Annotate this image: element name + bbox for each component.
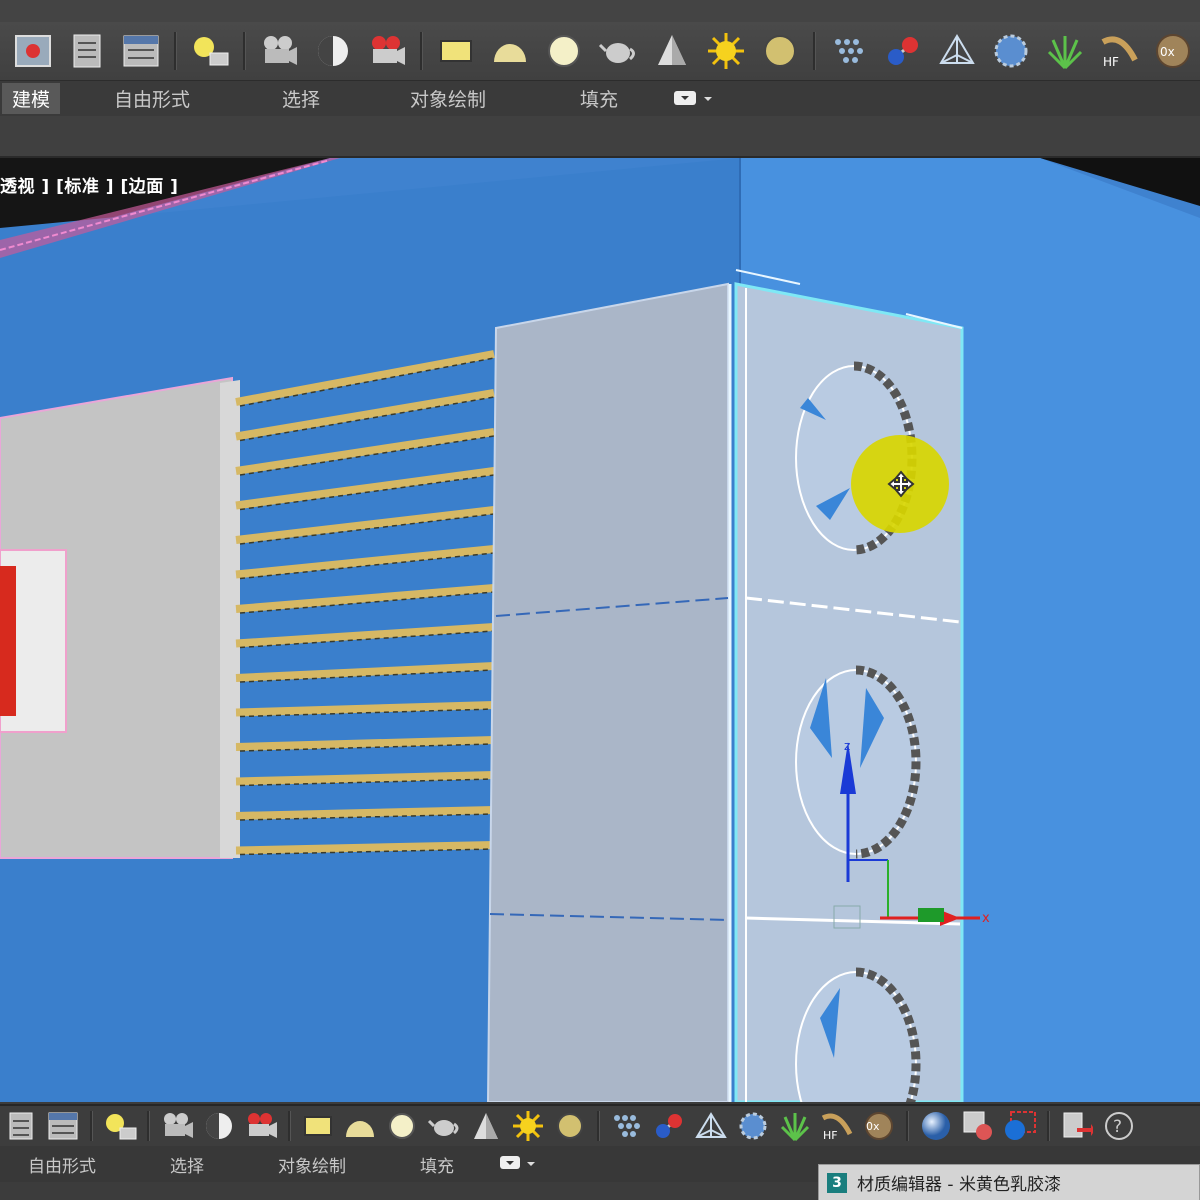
tab-populate[interactable]: 填充 xyxy=(420,1152,454,1177)
teapot-icon[interactable] xyxy=(427,1109,461,1143)
tab-object-paint[interactable]: 对象绘制 xyxy=(410,85,486,112)
tab-populate[interactable]: 填充 xyxy=(580,85,618,112)
title-strip xyxy=(0,0,1200,22)
toolbar-separator xyxy=(597,1111,600,1141)
help-icon[interactable]: ? xyxy=(1102,1109,1136,1143)
hf-label: HF xyxy=(1103,55,1119,69)
light-icon[interactable] xyxy=(103,1109,137,1143)
hemisphere-icon[interactable] xyxy=(488,29,532,73)
app-badge-icon: 3 xyxy=(827,1172,847,1193)
toolbar-separator xyxy=(243,32,246,70)
render-frame-icon[interactable] xyxy=(11,29,55,73)
grid-dots-icon[interactable] xyxy=(827,29,871,73)
scene-explorer-icon[interactable] xyxy=(65,29,109,73)
scene-explorer-icon[interactable] xyxy=(4,1109,38,1143)
gear-flower-icon[interactable] xyxy=(736,1109,770,1143)
disc-inset-middle[interactable] xyxy=(795,665,921,859)
ribbon-tab-bar: 建模 自由形式 选择 对象绘制 填充 xyxy=(0,80,1200,116)
ribbon-options-dropdown[interactable] xyxy=(674,89,714,113)
pyramid-icon[interactable] xyxy=(694,1109,728,1143)
grid-dots-icon[interactable] xyxy=(610,1109,644,1143)
toolbar-separator xyxy=(906,1111,909,1141)
molecule-icon[interactable] xyxy=(881,29,925,73)
sun-icon[interactable] xyxy=(704,29,748,73)
geosphere-icon[interactable] xyxy=(553,1109,587,1143)
omni-light-icon[interactable] xyxy=(311,29,355,73)
sun-icon[interactable] xyxy=(511,1109,545,1143)
grass-icon[interactable] xyxy=(778,1109,812,1143)
camera-icon[interactable] xyxy=(257,29,301,73)
molecule-icon[interactable] xyxy=(652,1109,686,1143)
hair-icon[interactable]: HF xyxy=(1097,29,1141,73)
toolbar-separator xyxy=(1047,1111,1050,1141)
toolbar-separator xyxy=(813,32,816,70)
camera-icon[interactable] xyxy=(160,1109,194,1143)
sphere-icon[interactable] xyxy=(542,29,586,73)
toolbar-separator xyxy=(288,1111,291,1141)
tab-selection[interactable]: 选择 xyxy=(282,85,320,112)
scene-canvas[interactable]: x z xyxy=(0,158,1200,1102)
toolbar-separator xyxy=(174,32,177,70)
video-camera-icon[interactable] xyxy=(365,29,409,73)
layer-manager-icon[interactable] xyxy=(46,1109,80,1143)
render-production-icon[interactable] xyxy=(1003,1109,1037,1143)
teapot-icon[interactable] xyxy=(596,29,640,73)
tab-modeling[interactable]: 建模 xyxy=(2,83,61,114)
hair-icon[interactable]: HF xyxy=(820,1109,854,1143)
grass-icon[interactable] xyxy=(1043,29,1087,73)
hemisphere-icon[interactable] xyxy=(343,1109,377,1143)
tab-object-paint[interactable]: 对象绘制 xyxy=(278,1152,346,1177)
light-icon[interactable] xyxy=(188,29,232,73)
geosphere-icon[interactable] xyxy=(758,29,802,73)
svg-text:z: z xyxy=(844,739,850,753)
gear-flower-icon[interactable] xyxy=(989,29,1033,73)
taskbar-material-editor[interactable]: 3 材质编辑器 - 米黄色乳胶漆 xyxy=(818,1164,1200,1200)
wood-sphere-icon[interactable]: 0x xyxy=(862,1109,896,1143)
omni-light-icon[interactable] xyxy=(202,1109,236,1143)
left-panel-edge xyxy=(220,380,240,858)
toolbar-separator xyxy=(420,32,423,70)
viewport-label[interactable]: 透视 ] [标准 ] [边面 ] xyxy=(0,172,178,197)
main-toolbar: HF 0x xyxy=(0,22,1200,80)
ox-label: 0x xyxy=(1160,45,1175,59)
svg-text:x: x xyxy=(982,911,990,926)
render-setup-icon[interactable] xyxy=(961,1109,995,1143)
ribbon-options-dropdown[interactable] xyxy=(500,1155,540,1177)
wall-device-red-face xyxy=(0,566,16,716)
taskbar-window-title: 材质编辑器 - 米黄色乳胶漆 xyxy=(857,1175,1061,1195)
cone-icon[interactable] xyxy=(650,29,694,73)
plane-icon[interactable] xyxy=(301,1109,335,1143)
hf-label: HF xyxy=(823,1129,838,1142)
layer-manager-icon[interactable] xyxy=(119,29,163,73)
tab-freeform[interactable]: 自由形式 xyxy=(28,1152,96,1177)
sphere-icon[interactable] xyxy=(385,1109,419,1143)
perspective-viewport[interactable]: 透视 ] [标准 ] [边面 ] x z xyxy=(0,158,1200,1102)
video-camera-icon[interactable] xyxy=(244,1109,278,1143)
tab-freeform[interactable]: 自由形式 xyxy=(114,85,190,112)
slat xyxy=(235,841,495,855)
pyramid-icon[interactable] xyxy=(935,29,979,73)
tab-selection[interactable]: 选择 xyxy=(170,1152,204,1177)
wood-sphere-icon[interactable]: 0x xyxy=(1151,29,1195,73)
toolbar-separator xyxy=(90,1111,93,1141)
plane-icon[interactable] xyxy=(434,29,478,73)
toolbar-separator xyxy=(147,1111,150,1141)
ribbon-panel xyxy=(0,116,1200,158)
help-label: ? xyxy=(1113,1117,1122,1137)
cone-icon[interactable] xyxy=(469,1109,503,1143)
column-front-face xyxy=(486,282,729,1102)
material-sphere-icon[interactable] xyxy=(919,1109,953,1143)
export-icon[interactable] xyxy=(1060,1109,1094,1143)
bottom-toolbar: HF 0x ? xyxy=(0,1104,1200,1146)
ox-label: 0x xyxy=(866,1120,880,1133)
